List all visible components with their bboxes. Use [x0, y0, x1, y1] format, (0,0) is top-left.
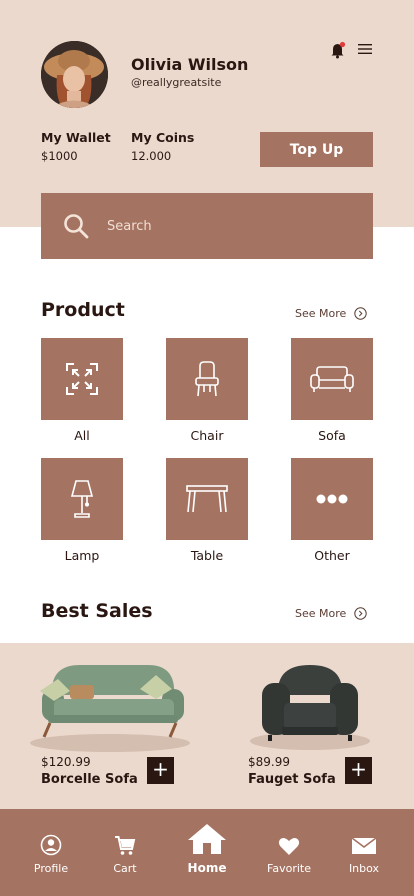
- add-to-cart-button[interactable]: +: [345, 757, 372, 784]
- category-table[interactable]: Table: [166, 458, 248, 563]
- nav-home[interactable]: Home: [181, 809, 233, 896]
- profile-icon: [40, 834, 62, 856]
- bottom-nav: Profile Cart Home Favorite Inbox: [0, 809, 414, 896]
- avatar[interactable]: [41, 41, 108, 108]
- category-label: Chair: [190, 428, 224, 443]
- chevron-right-circle-icon: [354, 307, 367, 320]
- nav-label: Inbox: [348, 862, 380, 875]
- coins-label: My Coins: [131, 130, 195, 145]
- more-dots-icon: [316, 494, 348, 504]
- search-input[interactable]: [107, 193, 357, 259]
- chevron-right-circle-icon: [354, 607, 367, 620]
- chair-icon: [195, 361, 219, 397]
- cart-icon: [115, 836, 136, 855]
- coins-value: 12.000: [131, 149, 172, 163]
- nav-label: Profile: [33, 862, 69, 875]
- avatar-photo: [41, 41, 108, 108]
- nav-cart[interactable]: Cart: [100, 809, 150, 896]
- product-card-fauget-sofa[interactable]: [244, 655, 374, 755]
- category-all[interactable]: All: [41, 338, 123, 443]
- product-card-borcelle-sofa[interactable]: [30, 655, 200, 755]
- category-label: Sofa: [318, 428, 346, 443]
- expand-icon: [66, 363, 98, 395]
- home-icon: [188, 824, 226, 854]
- category-label: Table: [190, 548, 224, 563]
- nav-label: Favorite: [267, 862, 311, 875]
- user-name: Olivia Wilson: [131, 55, 249, 74]
- lamp-icon: [70, 480, 94, 518]
- category-chair[interactable]: Chair: [166, 338, 248, 443]
- category-tile: [291, 458, 373, 540]
- nav-favorite[interactable]: Favorite: [260, 809, 318, 896]
- category-tile: [291, 338, 373, 420]
- product-name: Fauget Sofa: [248, 772, 336, 787]
- search-icon: [64, 214, 89, 239]
- category-label: Other: [314, 548, 350, 563]
- category-tile: [41, 338, 123, 420]
- wallet-label: My Wallet: [41, 130, 111, 145]
- nav-inbox[interactable]: Inbox: [340, 809, 388, 896]
- product-section-title: Product: [41, 299, 125, 321]
- add-to-cart-button[interactable]: +: [147, 757, 174, 784]
- category-lamp[interactable]: Lamp: [41, 458, 123, 563]
- green-sofa-image: [30, 665, 190, 752]
- wallet-value: $1000: [41, 149, 78, 163]
- product-name: Borcelle Sofa: [41, 772, 138, 787]
- nav-label: Home: [187, 861, 227, 875]
- dark-armchair-image: [250, 665, 370, 750]
- category-other[interactable]: Other: [291, 458, 373, 563]
- category-tile: [41, 458, 123, 540]
- category-tile: [166, 338, 248, 420]
- nav-label: Cart: [113, 862, 137, 875]
- hamburger-menu-icon[interactable]: [357, 42, 373, 56]
- table-icon: [186, 485, 228, 513]
- best-sales-title: Best Sales: [41, 600, 153, 622]
- heart-icon: [278, 838, 300, 855]
- see-more-label: See More: [295, 307, 347, 320]
- nav-profile[interactable]: Profile: [22, 809, 80, 896]
- product-see-more-link[interactable]: See More: [295, 307, 367, 320]
- category-label: Lamp: [64, 548, 100, 563]
- top-up-button[interactable]: Top Up: [260, 132, 373, 167]
- product-price: $120.99: [41, 755, 91, 769]
- category-label: All: [74, 428, 90, 443]
- category-tile: [166, 458, 248, 540]
- category-sofa[interactable]: Sofa: [291, 338, 373, 443]
- sofa-icon: [310, 366, 354, 392]
- see-more-label: See More: [295, 607, 347, 620]
- mail-icon: [351, 837, 377, 854]
- search-bar[interactable]: [41, 193, 373, 259]
- user-handle: @reallygreatsite: [131, 76, 222, 89]
- notification-bell-icon[interactable]: [329, 41, 347, 59]
- best-sales-see-more-link[interactable]: See More: [295, 607, 367, 620]
- product-price: $89.99: [248, 755, 290, 769]
